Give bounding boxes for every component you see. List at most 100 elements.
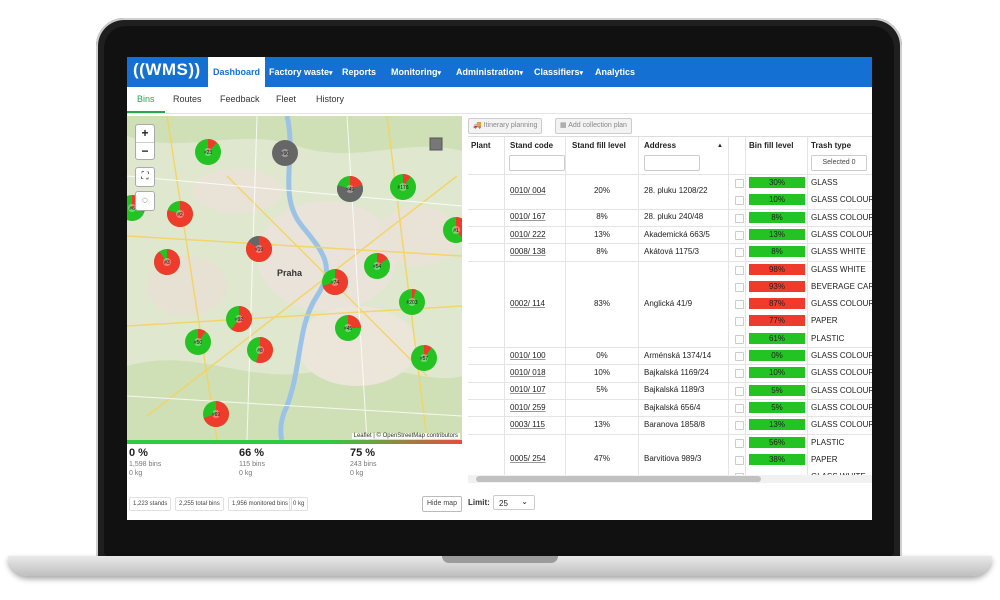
bin-fill-level: 10%: [749, 367, 805, 379]
header-bin-fill[interactable]: Bin fill level: [749, 141, 793, 150]
nav-monitoring[interactable]: Monitoring▾: [391, 57, 441, 87]
header-stand-code[interactable]: Stand code: [510, 141, 553, 150]
stand-code[interactable]: 0010/ 107: [510, 385, 546, 394]
map-marker[interactable]: #8: [246, 336, 274, 364]
bin-checkbox[interactable]: [735, 386, 744, 396]
bin-checkbox[interactable]: [735, 369, 744, 379]
map-marker[interactable]: #3: [153, 248, 181, 276]
map-marker[interactable]: #1: [442, 216, 462, 244]
bin-checkbox[interactable]: [735, 265, 744, 275]
bin-checkbox[interactable]: [735, 455, 744, 465]
stand-address: Arménská 1374/14: [644, 350, 712, 360]
scrollbar-thumb[interactable]: [476, 476, 761, 482]
map-marker[interactable]: #23: [194, 138, 222, 166]
nav-administration[interactable]: Administration▾: [456, 57, 523, 87]
tab-feedback[interactable]: Feedback: [220, 87, 260, 111]
stand-code[interactable]: 0005/ 254: [510, 454, 546, 463]
map-marker[interactable]: #19: [245, 235, 273, 263]
lasso-icon[interactable]: ◌: [135, 191, 155, 211]
map-marker[interactable]: #50: [184, 328, 212, 356]
nav-dashboard[interactable]: Dashboard: [208, 57, 266, 87]
stand-address: Baranova 1858/8: [644, 419, 705, 429]
bin-checkbox[interactable]: [735, 352, 744, 361]
wms-logo[interactable]: ((WMS)): [133, 60, 201, 80]
header-trash-type[interactable]: Trash type: [811, 141, 851, 150]
header-stand-fill[interactable]: Stand fill level: [572, 141, 626, 150]
bin-checkbox[interactable]: [735, 230, 744, 240]
bin-checkbox[interactable]: [735, 282, 744, 292]
bin-checkbox[interactable]: [735, 179, 744, 188]
stand-code[interactable]: 0010/ 259: [510, 403, 546, 412]
stand-code[interactable]: 0002/ 114: [510, 299, 545, 308]
map-marker[interactable]: #90: [271, 139, 299, 167]
bins-map[interactable]: #23 #90 #49 #176 #2 #19 #3 #54 #74 #203 #92 #45 #50 #…: [127, 116, 462, 440]
nav-analytics[interactable]: Analytics: [595, 57, 635, 87]
stand-code[interactable]: 0010/ 100: [510, 351, 546, 360]
stand-code[interactable]: 0010/ 167: [510, 212, 546, 221]
bin-checkbox[interactable]: [735, 438, 744, 448]
row-separator: [468, 398, 872, 400]
map-marker[interactable]: #54: [363, 252, 391, 280]
stand-code[interactable]: 0010/ 222: [510, 230, 546, 239]
map-attribution[interactable]: Leaflet | © OpenStreetMap contributors: [351, 433, 460, 439]
stand-code[interactable]: 0010/ 004: [510, 186, 546, 195]
bin-checkbox[interactable]: [735, 213, 744, 223]
horizontal-scrollbar[interactable]: [468, 475, 872, 483]
stand-address: Bajkalská 1189/3: [644, 385, 705, 395]
tab-routes[interactable]: Routes: [173, 87, 202, 111]
header-address[interactable]: Address: [644, 141, 676, 150]
limit-select[interactable]: 25 ⌄: [493, 495, 535, 510]
trash-type-filter[interactable]: Selected 0: [811, 155, 867, 171]
stand-code[interactable]: 0010/ 018: [510, 368, 546, 377]
stand-code[interactable]: 0008/ 138: [510, 247, 546, 256]
nav-factory-waste[interactable]: Factory waste▾: [269, 57, 333, 87]
stand-code-filter[interactable]: [509, 155, 565, 171]
stand-address: 28. pluku 240/48: [644, 212, 704, 222]
map-marker[interactable]: #74: [321, 268, 349, 296]
map-marker[interactable]: #69: [202, 400, 230, 428]
nav-reports[interactable]: Reports: [342, 57, 376, 87]
bin-fill-level: 87%: [749, 298, 805, 310]
bin-checkbox[interactable]: [735, 300, 744, 310]
tab-bins[interactable]: Bins: [127, 87, 165, 113]
row-separator: [468, 416, 872, 418]
map-marker[interactable]: #2: [166, 200, 194, 228]
map-marker[interactable]: #176: [389, 173, 417, 201]
nav-analytics-label: Analytics: [595, 67, 636, 77]
fullscreen-icon[interactable]: ⛶: [135, 167, 155, 187]
chevron-down-icon: ▾: [519, 70, 524, 77]
zoom-in-button[interactable]: +: [136, 125, 154, 143]
column-separator: [504, 137, 505, 483]
nav-classifiers[interactable]: Classifiers▾: [534, 57, 583, 87]
stand-fill: 47%: [593, 454, 610, 464]
marker-label: #176: [397, 185, 408, 191]
stat-pct: 66 %: [239, 447, 265, 459]
map-marker[interactable]: #57: [410, 344, 438, 372]
city-label: Praha: [277, 268, 303, 278]
sort-ascending-icon[interactable]: ▲: [717, 143, 723, 149]
map-marker[interactable]: #92: [225, 305, 253, 333]
bin-trash-type: GLASS COLOUR: [811, 299, 872, 309]
marker-label: #1: [453, 228, 459, 234]
add-collection-plan-button[interactable]: ▦ Add collection plan: [555, 118, 632, 134]
bin-checkbox[interactable]: [735, 403, 744, 413]
hide-map-button[interactable]: Hide map: [422, 496, 462, 512]
bin-checkbox[interactable]: [735, 248, 744, 258]
stat-kg: 0 kg: [350, 470, 364, 477]
address-filter[interactable]: [644, 155, 700, 171]
bin-checkbox[interactable]: [735, 196, 744, 206]
bin-trash-type: GLASS WHITE: [811, 247, 866, 257]
stand-code[interactable]: 0003/ 115: [510, 420, 545, 429]
bin-checkbox[interactable]: [735, 334, 744, 344]
bin-checkbox[interactable]: [735, 421, 744, 431]
zoom-out-button[interactable]: −: [136, 143, 154, 160]
tab-fleet[interactable]: Fleet: [276, 87, 296, 111]
itinerary-planning-label: Itinerary planning: [483, 122, 538, 129]
map-marker[interactable]: #49: [336, 175, 364, 203]
map-marker[interactable]: #203: [398, 288, 426, 316]
itinerary-planning-button[interactable]: 🚚 Itinerary planning: [468, 118, 543, 134]
map-marker[interactable]: #45: [334, 314, 362, 342]
tab-history[interactable]: History: [316, 87, 344, 111]
bin-checkbox[interactable]: [735, 317, 744, 327]
header-plant[interactable]: Plant: [471, 141, 491, 150]
